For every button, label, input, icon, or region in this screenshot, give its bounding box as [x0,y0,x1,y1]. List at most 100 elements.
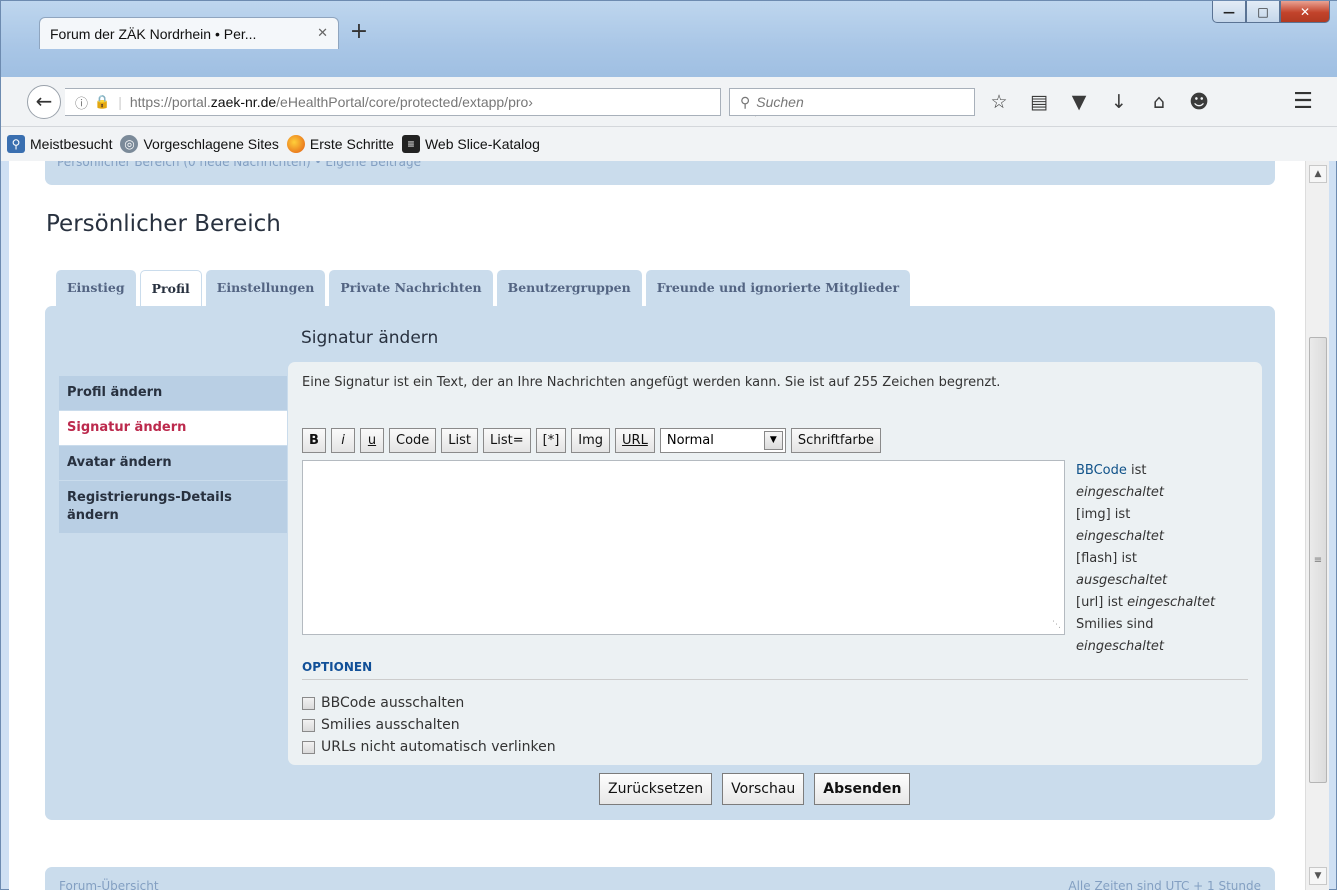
tab-einstellungen[interactable]: Einstellungen [205,270,326,306]
bbcode-status: BBCode ist eingeschaltet [img] ist einge… [1076,460,1258,658]
side-item-signatur-aendern[interactable]: Signatur ändern [59,411,287,445]
bookmark-label: Vorgeschlagene Sites [143,136,279,152]
bookmark-erste-schritte[interactable]: Erste Schritte [286,135,394,153]
meistbesucht-icon: ⚲ [7,135,25,153]
download-icon[interactable]: ↓ [1099,89,1139,115]
url-text[interactable]: https://portal.zaek-nr.de/eHealthPortal/… [130,94,660,110]
url-status: [url] ist [1076,595,1128,610]
url-state-text: eingeschaltet [1127,595,1216,610]
reading-list-icon[interactable]: ▤ [1019,89,1059,115]
bookmark-meistbesucht[interactable]: ⚲ Meistbesucht [7,135,112,153]
side-item-profil-aendern[interactable]: Profil ändern [59,376,287,410]
hamburger-menu-icon[interactable]: ☰ [1288,89,1318,115]
scroll-down-icon[interactable]: ▼ [1309,867,1327,885]
img-button[interactable]: Img [571,428,611,453]
option-urls-no-link[interactable]: URLs nicht automatisch verlinken [302,736,556,758]
footer-forum-link[interactable]: Forum-Übersicht [59,879,159,890]
checkbox[interactable] [302,696,315,710]
bbcode-link[interactable]: BBCode [1076,463,1127,478]
bookmark-label: Web Slice-Katalog [424,136,540,152]
cp-tabs: Einstieg Profil Einstellungen Private Na… [56,270,914,308]
img-status: [img] ist [1076,507,1131,522]
tab-profil[interactable]: Profil [139,270,202,308]
scroll-up-icon[interactable]: ▲ [1309,165,1327,183]
bbcode-status-line: BBCode ist [1076,460,1258,482]
url-prefix: https://portal. [129,94,211,110]
url-separator: | [118,94,122,110]
bold-button[interactable]: B [302,428,326,453]
options-header: OPTIONEN [302,660,1248,680]
url-button[interactable]: URL [615,428,655,453]
signature-textarea[interactable] [302,460,1065,635]
pocket-icon[interactable]: ▼ [1059,89,1099,115]
options-list: BBCode ausschalten Smilies ausschalten U… [302,692,556,758]
tab-einstieg[interactable]: Einstieg [56,270,136,306]
list-item-button[interactable]: [*] [535,428,567,453]
content-title: Signatur ändern [301,328,439,348]
intro-text: Eine Signatur ist ein Text, der an Ihre … [302,375,1001,390]
side-item-avatar-aendern[interactable]: Avatar ändern [59,446,287,480]
font-color-button[interactable]: Schriftfarbe [790,428,882,453]
tab-benutzergruppen[interactable]: Benutzergruppen [496,270,642,306]
bookmark-web-slice-katalog[interactable]: ≡ Web Slice-Katalog [401,135,540,153]
top-strip-text[interactable]: Persönlicher Bereich (0 neue Nachrichten… [57,161,421,169]
back-button[interactable]: ← [27,85,61,119]
font-size-select[interactable]: Normal ▼ [659,428,786,453]
checkbox[interactable] [302,718,315,732]
list-button[interactable]: List [441,428,479,453]
flash-state-text: ausgeschaltet [1076,573,1168,588]
bookmarks-bar: ⚲ Meistbesucht ◎ Vorgeschlagene Sites Er… [1,127,1337,161]
img-state: eingeschaltet [1076,526,1258,548]
vertical-scrollbar[interactable]: ▲ ≡ ▼ [1305,161,1329,890]
flash-status: [flash] ist [1076,551,1137,566]
smilies-status: Smilies sind [1076,617,1154,632]
submit-button[interactable]: Absenden [814,773,911,805]
bookmark-label: Erste Schritte [309,136,394,152]
img-state-text: eingeschaltet [1076,529,1165,544]
minimize-button[interactable]: — [1212,1,1246,23]
smilies-state: eingeschaltet [1076,636,1258,658]
new-tab-button[interactable]: + [346,19,372,45]
tab-private-nachrichten[interactable]: Private Nachrichten [329,270,493,306]
chevron-down-icon[interactable]: ▼ [763,431,783,450]
side-item-registrierungs-details[interactable]: Registrierungs-Details ändern [59,481,287,533]
search-input[interactable]: ⚲ Suchen [729,88,975,116]
page-title: Persönlicher Bereich [46,211,281,237]
option-smilies-off[interactable]: Smilies ausschalten [302,714,556,736]
preview-button[interactable]: Vorschau [722,773,805,805]
bookmark-star-icon[interactable]: ☆ [979,89,1019,115]
code-button[interactable]: Code [389,428,437,453]
italic-button[interactable]: i [331,428,355,453]
list-eq-button[interactable]: List= [483,428,531,453]
flash-state: ausgeschaltet [1076,570,1258,592]
url-domain: zaek-nr.de [210,94,277,110]
reset-button[interactable]: Zurücksetzen [599,773,713,805]
close-window-button[interactable]: ✕ [1280,1,1330,23]
underline-button[interactable]: u [360,428,384,453]
browser-tab[interactable]: Forum der ZÄK Nordrhein • Per... ✕ [39,17,339,49]
url-status-line: [url] ist eingeschaltet [1076,592,1258,614]
tab-freunde[interactable]: Freunde und ignorierte Mitglieder [645,270,911,306]
scroll-thumb[interactable]: ≡ [1309,337,1327,783]
chat-icon[interactable]: ☻ [1179,89,1219,115]
url-path: /eHealthPortal/core/protected/extapp/pro… [276,94,533,110]
signature-form: Eine Signatur ist ein Text, der an Ihre … [288,362,1262,765]
page-viewport: Persönlicher Bereich (0 neue Nachrichten… [9,161,1305,890]
tab-close-icon[interactable]: ✕ [317,26,328,41]
bbcode-state-text: eingeschaltet [1076,485,1165,500]
bookmark-vorgeschlagene-sites[interactable]: ◎ Vorgeschlagene Sites [120,135,279,153]
toolbar-icons: ☆ ▤ ▼ ↓ ⌂ ☻ [979,89,1219,115]
tab-title: Forum der ZÄK Nordrhein • Per... [50,25,257,42]
checkbox[interactable] [302,740,315,754]
option-bbcode-off[interactable]: BBCode ausschalten [302,692,556,714]
home-icon[interactable]: ⌂ [1139,89,1179,115]
url-bar[interactable]: ⓘ 🔒 | https://portal.zaek-nr.de/eHealthP… [65,88,777,117]
search-icon: ⚲ [740,93,751,110]
lock-icon[interactable]: 🔒 [94,94,110,110]
maximize-button[interactable]: □ [1246,1,1280,23]
search-placeholder: Suchen [756,94,804,110]
profile-panel: Profil ändern Signatur ändern Avatar änd… [45,306,1275,820]
side-menu: Profil ändern Signatur ändern Avatar änd… [59,376,287,534]
option-label: Smilies ausschalten [321,717,460,733]
info-icon[interactable]: ⓘ [75,93,88,112]
